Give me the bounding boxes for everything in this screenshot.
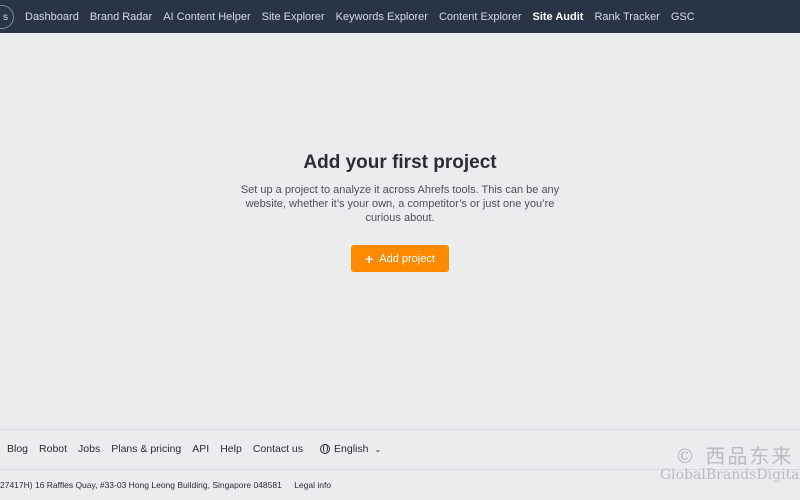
nav-item-brand-radar[interactable]: Brand Radar [90,11,152,23]
legal-info-link[interactable]: Legal info [294,480,331,490]
plus-icon: + [365,250,374,267]
footer-link-help[interactable]: Help [220,443,242,455]
globe-icon [320,444,331,454]
logo-text: s [3,11,8,23]
main-nav: Dashboard Brand Radar AI Content Helper … [25,0,706,33]
nav-item-keywords-explorer[interactable]: Keywords Explorer [336,11,428,23]
language-label: English [334,443,369,455]
nav-item-rank-tracker[interactable]: Rank Tracker [594,11,659,23]
company-address: 27417H) 16 Raffles Quay, #33-03 Hong Leo… [0,480,282,490]
footer-link-blog[interactable]: Blog [7,443,28,455]
footer-link-jobs[interactable]: Jobs [78,443,100,455]
nav-item-ai-content-helper[interactable]: AI Content Helper [163,11,250,23]
empty-state-title: Add your first project [303,152,497,173]
footer-link-robot[interactable]: Robot [39,443,67,455]
footer-link-api[interactable]: API [192,443,209,455]
nav-item-content-explorer[interactable]: Content Explorer [439,11,522,23]
nav-item-dashboard[interactable]: Dashboard [25,11,79,23]
empty-state-description: Set up a project to analyze it across Ah… [240,184,560,224]
footer-link-plans-pricing[interactable]: Plans & pricing [111,443,181,455]
footer-divider [0,429,800,430]
add-project-button[interactable]: + Add project [351,245,449,272]
watermark-text: © 西品东来 [675,444,794,468]
footer-links: Blog Robot Jobs Plans & pricing API Help… [7,443,381,455]
footer-address-row: 27417H) 16 Raffles Quay, #33-03 Hong Leo… [0,480,331,490]
nav-item-gsc[interactable]: GSC [671,11,695,23]
chevron-down-icon: ⌄ [374,444,382,454]
empty-state: Add your first project Set up a project … [0,152,800,225]
footer-link-contact-us[interactable]: Contact us [253,443,303,455]
top-nav-bar: s Dashboard Brand Radar AI Content Helpe… [0,0,800,33]
language-selector[interactable]: English ⌄ [320,443,381,455]
nav-item-site-explorer[interactable]: Site Explorer [262,11,325,23]
logo-button[interactable]: s [0,5,14,29]
watermark-subtext: GlobalBrandsDigital [660,467,800,483]
nav-item-site-audit[interactable]: Site Audit [533,11,584,23]
add-project-label: Add project [379,252,435,265]
